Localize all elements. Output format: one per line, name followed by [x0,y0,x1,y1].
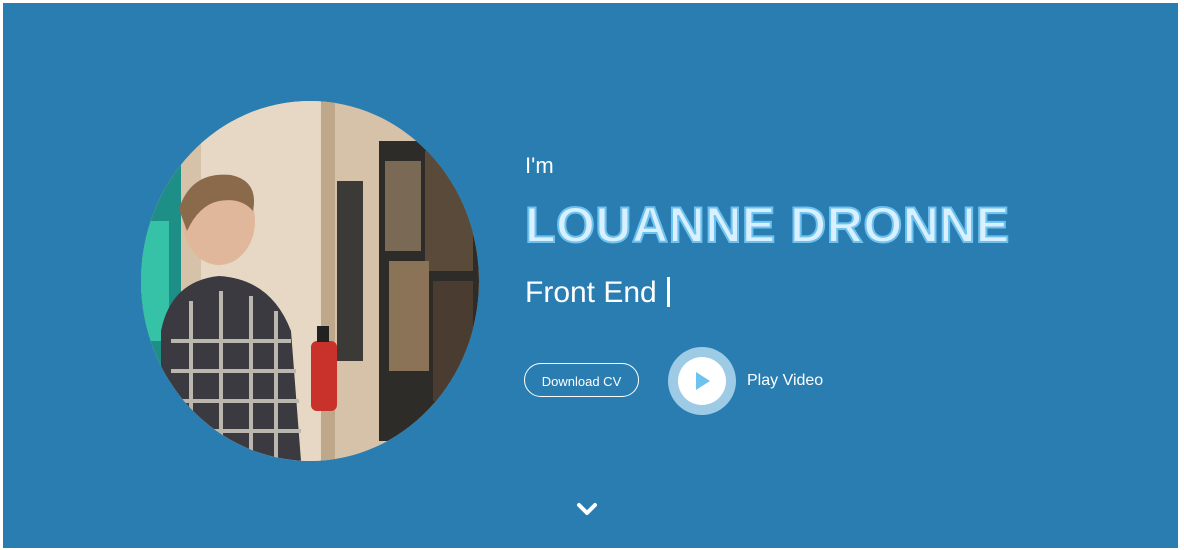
scroll-down-button[interactable] [576,501,598,519]
profile-photo [141,101,479,461]
play-icon [696,372,710,390]
hero-role: Front End [525,276,670,310]
chevron-down-icon [577,503,597,515]
play-video-button[interactable] [668,347,736,415]
hero-name: LOUANNE DRONNE [524,196,1010,254]
typing-caret [666,277,670,307]
intro-text: I'm [525,153,554,178]
download-cv-button[interactable]: Download CV [524,363,639,397]
role-text: Front End [525,276,657,309]
play-button-inner [678,357,726,405]
hero-section: I'm LOUANNE DRONNE Front End Download CV… [3,3,1178,548]
profile-photo-illustration [141,101,479,461]
play-video-label[interactable]: Play Video [747,372,823,390]
